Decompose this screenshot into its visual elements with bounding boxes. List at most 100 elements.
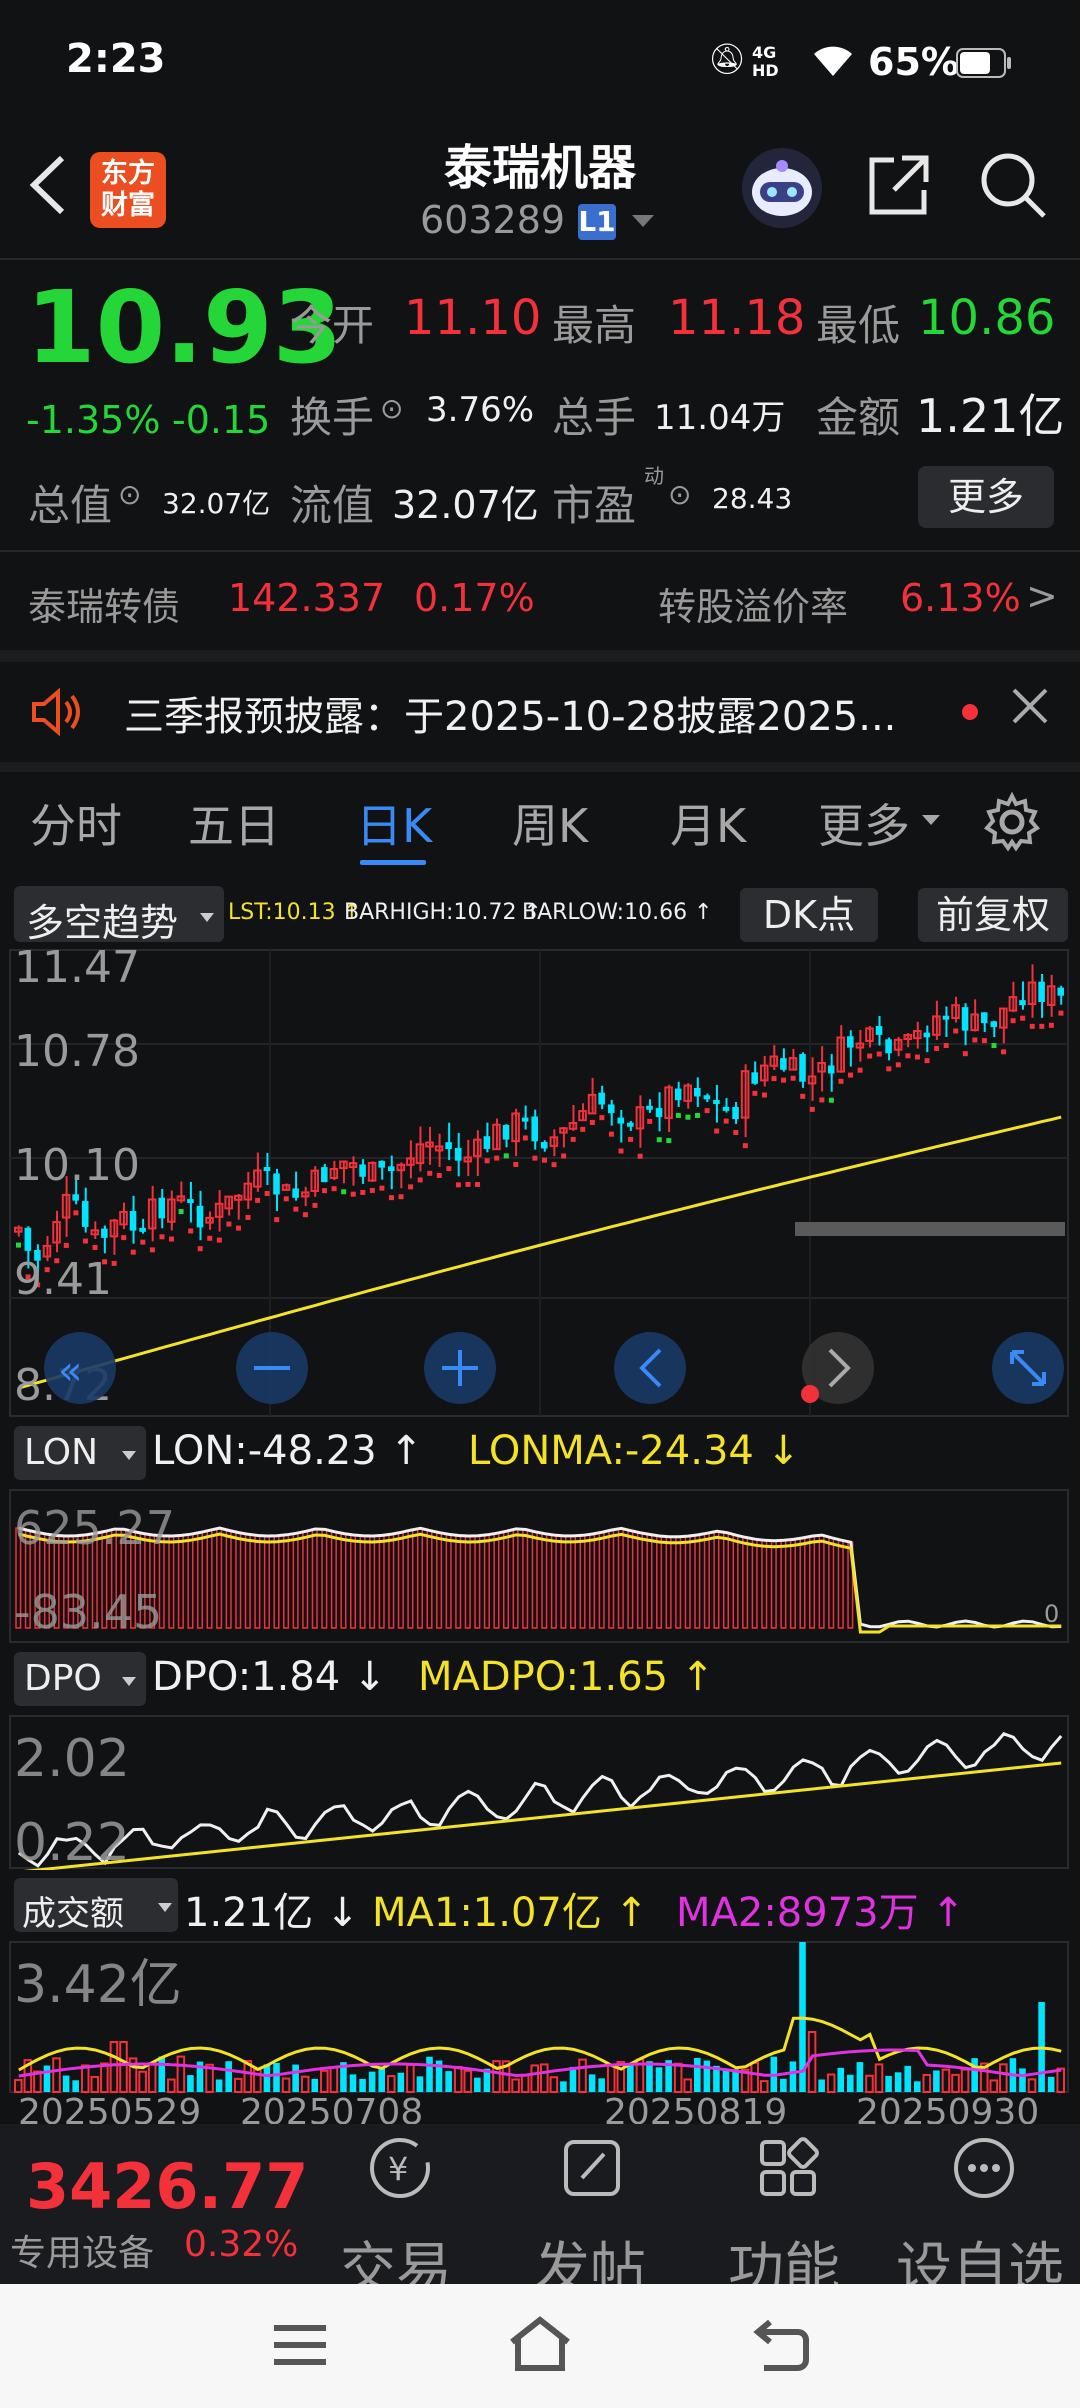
dpo-label: DPO xyxy=(24,1658,102,1699)
unread-dot xyxy=(962,704,978,720)
wifi-icon xyxy=(812,44,854,82)
dk-point-button[interactable]: DK点 xyxy=(740,888,878,942)
amount-chart: 3.42亿 20250529 20250708 20250819 2025093… xyxy=(9,1941,1069,2124)
notice-bar[interactable]: 三季报预披露：于2025-10-28披露2025... xyxy=(0,662,1080,762)
info-icon[interactable]: ⊙ xyxy=(668,478,691,511)
dpo-chart: 2.02 0.22 xyxy=(9,1715,1069,1870)
share-icon[interactable] xyxy=(864,150,934,224)
tab-indicator xyxy=(360,860,426,865)
lon-selector[interactable]: LON xyxy=(14,1426,146,1480)
function-button[interactable]: 功能 xyxy=(718,2124,858,2302)
chevron-down-icon[interactable] xyxy=(632,214,654,233)
amount-value: 1.21亿 ↓ xyxy=(184,1890,360,1936)
indicator-selector[interactable]: 多空趋势 xyxy=(14,886,224,945)
robot-avatar-icon[interactable] xyxy=(740,146,824,234)
svg-text:«: « xyxy=(58,1348,82,1394)
tab-five-day[interactable]: 五日 xyxy=(188,790,280,856)
index-value[interactable]: 3426.77 xyxy=(26,2150,308,2223)
low-label: 最低 xyxy=(816,301,901,350)
add-watchlist-button[interactable]: 设自选 xyxy=(896,2124,1076,2302)
date-label: 20250930 xyxy=(856,2092,1039,2124)
sector-name: 专用设备 xyxy=(10,2233,155,2274)
speaker-icon xyxy=(30,686,86,742)
status-bar: 2:23 🔕︎ 4G HD 65% xyxy=(0,0,1080,120)
bottom-nav: 3426.77 专用设备 0.32% ¥ 交易 发帖 功能 设自选 xyxy=(0,2124,1080,2302)
trade-button[interactable]: ¥ 交易 xyxy=(330,2124,470,2302)
ma1-value: MA1:1.07亿 ↑ xyxy=(372,1890,649,1936)
back-nav-icon[interactable] xyxy=(752,2314,812,2378)
lon-top-label: 625.27 xyxy=(14,1501,175,1555)
lon-zero-label: 0 xyxy=(1044,1600,1059,1628)
dpo-top-label: 2.02 xyxy=(14,1729,130,1789)
change-amount: -0.15 xyxy=(172,398,271,442)
y-label: 10.10 xyxy=(14,1140,140,1191)
dpo-value: DPO:1.84 ↓ xyxy=(152,1654,387,1700)
madpo-value: MADPO:1.65 ↑ xyxy=(418,1654,715,1700)
stock-code[interactable]: 603289 xyxy=(420,198,565,242)
menu-icon[interactable] xyxy=(272,2320,328,2374)
network-indicator: 4G HD xyxy=(752,43,779,80)
marker-dot xyxy=(801,1385,819,1403)
scroll-first-button[interactable]: « xyxy=(44,1332,116,1404)
open-label: 今开 xyxy=(290,301,375,350)
y-label: 11.47 xyxy=(14,948,140,993)
info-icon[interactable]: ⊙ xyxy=(118,478,141,511)
mktcap-label: 总值 xyxy=(28,481,113,530)
zoom-in-button[interactable] xyxy=(424,1332,496,1404)
chevron-right-icon: > xyxy=(1026,574,1058,618)
tab-daily-k[interactable]: 日K xyxy=(356,790,432,856)
amount-top-label: 3.42亿 xyxy=(14,1955,182,2015)
post-button[interactable]: 发帖 xyxy=(524,2124,664,2302)
float-value: 32.07亿 xyxy=(392,483,539,527)
kline-chart[interactable]: 11.47 10.78 10.10 9.41 8.72 « xyxy=(0,948,1080,1418)
high-value: 11.18 xyxy=(668,290,806,346)
gear-icon[interactable] xyxy=(982,791,1042,856)
search-icon[interactable] xyxy=(978,150,1048,224)
dpo-bottom-label: 0.22 xyxy=(14,1813,130,1870)
volume-label: 总手 xyxy=(552,393,637,442)
tab-weekly-k[interactable]: 周K xyxy=(512,790,588,856)
fullscreen-button[interactable] xyxy=(992,1332,1064,1404)
dpo-selector[interactable]: DPO xyxy=(14,1652,146,1706)
grid-icon xyxy=(756,2136,820,2204)
zoom-out-button[interactable] xyxy=(236,1332,308,1404)
adjust-button[interactable]: 前复权 xyxy=(918,888,1068,942)
high-label: 最高 xyxy=(552,301,637,350)
bond-pct: 0.17% xyxy=(414,576,535,620)
info-icon[interactable]: ⊙ xyxy=(380,392,403,425)
amount-label: 金额 xyxy=(816,393,901,442)
close-icon[interactable] xyxy=(1010,686,1050,730)
float-label: 流值 xyxy=(290,481,375,530)
amount-label: 成交额 xyxy=(22,1894,124,1934)
y-label: 10.78 xyxy=(14,1026,140,1077)
caret-down-icon[interactable] xyxy=(922,812,940,831)
y-label: 9.41 xyxy=(14,1254,112,1305)
level-badge[interactable]: L1 xyxy=(578,204,616,240)
scroll-left-button[interactable] xyxy=(614,1332,686,1404)
ma2-value: MA2:8973万 ↑ xyxy=(676,1890,965,1936)
lon-value: LON:-48.23 ↑ xyxy=(152,1428,423,1474)
barlow-value: BARLOW:10.66 ↑ xyxy=(522,900,713,925)
volume-value: 11.04万 xyxy=(654,398,786,438)
amount-selector[interactable]: 成交额 xyxy=(14,1878,178,1934)
tab-monthly-k[interactable]: 月K xyxy=(670,790,746,856)
mute-icon: 🔕︎ xyxy=(708,42,747,77)
edit-icon xyxy=(560,2136,624,2204)
more-dots-icon xyxy=(950,2134,1018,2206)
pe-label: 市盈 xyxy=(552,481,637,530)
lon-chart: 625.27 -83.45 0 xyxy=(9,1489,1069,1643)
premium-label: 转股溢价率 xyxy=(658,585,849,629)
pe-value: 28.43 xyxy=(712,482,793,515)
svg-text:¥: ¥ xyxy=(388,2150,408,2188)
low-value: 10.86 xyxy=(918,290,1056,346)
battery-percent: 65% xyxy=(868,40,959,84)
indicator-label: 多空趋势 xyxy=(26,901,179,945)
pe-dynamic-sup: 动 xyxy=(644,464,664,488)
convertible-bond-row[interactable]: 泰瑞转债 142.337 0.17% 转股溢价率 6.13% > xyxy=(0,552,1080,650)
more-button[interactable]: 更多 xyxy=(918,466,1054,528)
home-icon[interactable] xyxy=(506,2314,574,2378)
date-label: 20250819 xyxy=(604,2092,787,2124)
divider xyxy=(0,258,1080,260)
tab-intraday[interactable]: 分时 xyxy=(30,790,122,856)
tab-more[interactable]: 更多 xyxy=(818,790,910,856)
